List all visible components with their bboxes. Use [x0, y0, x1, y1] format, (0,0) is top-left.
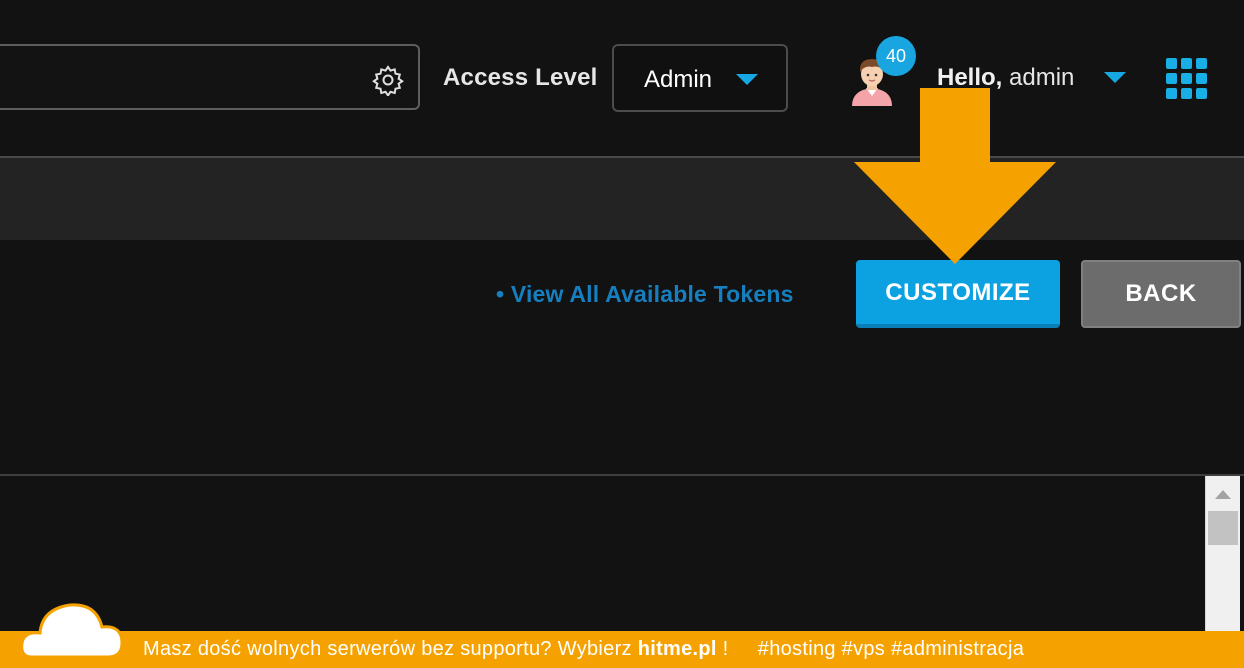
cloud-logo-icon: [20, 603, 124, 659]
gear-icon[interactable]: [372, 64, 404, 96]
access-level-select[interactable]: Admin: [612, 44, 788, 112]
content-divider: [0, 474, 1244, 476]
footer-text-after: ! #hosting #vps #administracja: [716, 638, 1025, 660]
footer-text-before: Masz dość wolnych serwerów bez supportu?…: [143, 638, 638, 660]
search-input[interactable]: [0, 44, 420, 110]
chevron-down-icon: [736, 74, 758, 85]
scroll-up-icon[interactable]: [1215, 490, 1231, 499]
view-all-tokens-link[interactable]: • View All Available Tokens: [496, 281, 794, 308]
scrollbar[interactable]: [1205, 476, 1240, 636]
access-level-label: Access Level: [443, 64, 598, 91]
greeting-user: admin: [1002, 64, 1075, 91]
footer-brand[interactable]: hitme.pl: [638, 638, 717, 660]
chevron-down-icon[interactable]: [1104, 72, 1126, 83]
customize-button[interactable]: CUSTOMIZE: [856, 260, 1060, 328]
access-level-value: Admin: [644, 66, 713, 93]
footer-ad-text: Masz dość wolnych serwerów bez supportu?…: [143, 638, 1024, 661]
apps-grid-icon[interactable]: [1166, 58, 1208, 100]
back-button[interactable]: BACK: [1081, 260, 1241, 328]
notification-badge[interactable]: 40: [876, 36, 916, 76]
greeting-bold: Hello,: [937, 64, 1003, 91]
scroll-thumb[interactable]: [1208, 511, 1238, 545]
arrow-down-icon: [854, 88, 1056, 264]
